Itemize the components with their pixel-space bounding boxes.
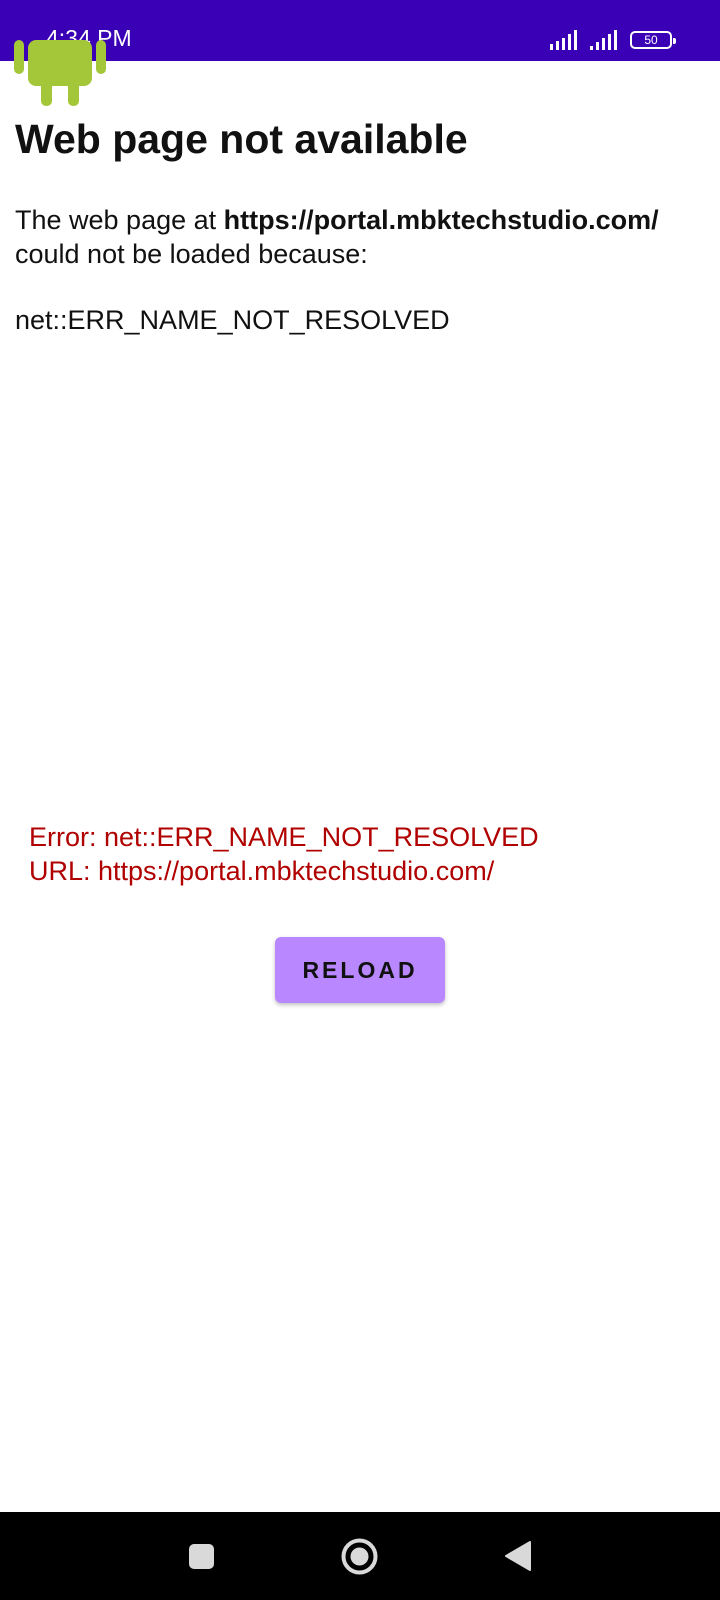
navigation-bar [0, 1512, 720, 1600]
battery-level: 50 [644, 33, 658, 47]
recents-icon[interactable] [189, 1544, 214, 1569]
signal-icon [550, 30, 577, 50]
page-title: Web page not available [15, 116, 468, 162]
error-message: The web page at https://portal.mbktechst… [15, 203, 715, 271]
back-icon[interactable] [504, 1540, 532, 1572]
signal-icon [590, 30, 617, 50]
app-url-line: URL: https://portal.mbktechstudio.com/ [29, 856, 495, 886]
home-icon[interactable] [341, 1538, 378, 1575]
failed-url: https://portal.mbktechstudio.com/ [223, 205, 659, 235]
status-icons: 50 [550, 28, 676, 52]
reload-button[interactable]: RELOAD [275, 937, 445, 1003]
battery-tip [673, 38, 676, 44]
message-suffix: could not be loaded because: [15, 239, 368, 269]
error-code: net::ERR_NAME_NOT_RESOLVED [15, 305, 450, 335]
android-icon [14, 40, 106, 106]
battery-icon: 50 [630, 31, 676, 49]
status-bar: 4:34 PM 50 [0, 0, 720, 61]
message-prefix: The web page at [15, 205, 224, 235]
app-error-line: Error: net::ERR_NAME_NOT_RESOLVED [29, 822, 539, 852]
app-error-detail: Error: net::ERR_NAME_NOT_RESOLVED URL: h… [29, 820, 539, 888]
